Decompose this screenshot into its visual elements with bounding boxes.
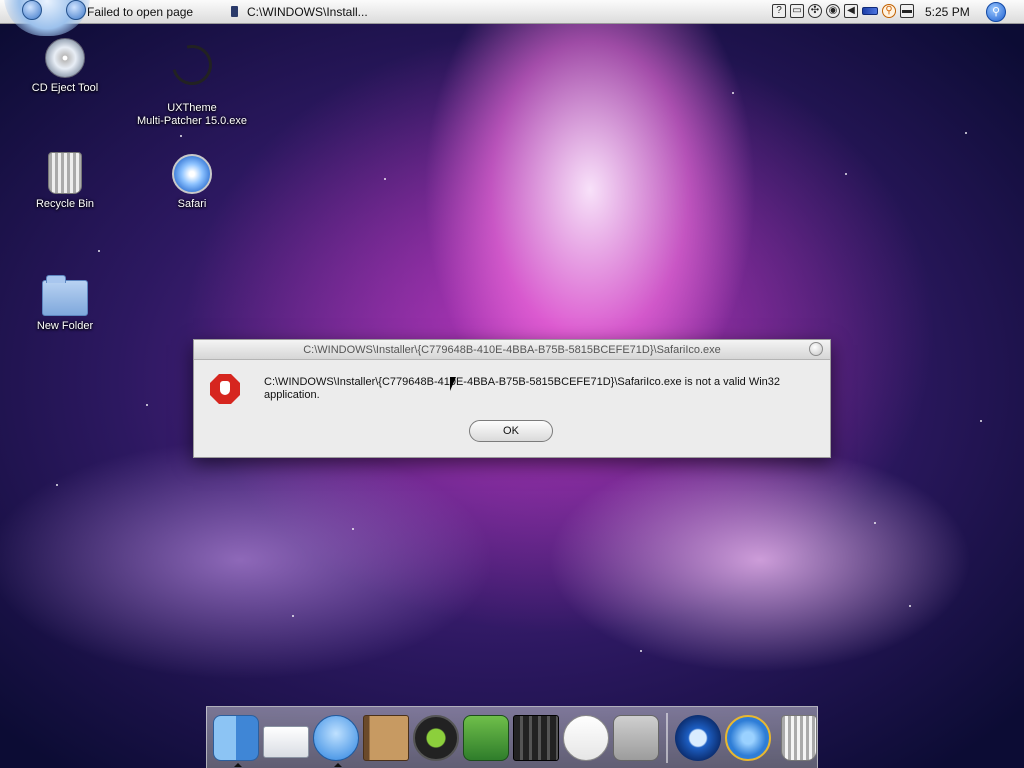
desktop-icon-label: Safari [177,198,207,210]
dock-utilities-icon[interactable] [613,714,659,761]
running-indicator [234,762,242,767]
dock-mail-icon[interactable] [263,725,309,758]
dock-internet-explorer-icon[interactable] [725,714,771,761]
ok-button[interactable]: OK [469,420,553,442]
help-icon[interactable]: ? [772,4,786,18]
dock-imovie-icon[interactable] [513,714,559,761]
dock-separator [666,712,668,763]
dock-ichat-icon[interactable] [313,714,359,767]
taskbar-item-failed-page[interactable]: Failed to open page [87,5,193,19]
start-orb-right-icon [66,0,86,20]
taskbar-item-installer[interactable]: C:\WINDOWS\Install... [247,5,368,19]
dialog-titlebar[interactable]: C:\WINDOWS\Installer\{C779648B-410E-4BBA… [194,340,830,360]
desktop-icon-label: New Folder [36,320,94,332]
uxtheme-icon [164,37,220,93]
dock [206,706,818,768]
display-icon[interactable]: ▬ [900,4,914,18]
battery-icon[interactable] [862,7,878,15]
cd-icon[interactable]: ◉ [826,4,840,18]
monitor-icon[interactable]: ▭ [790,4,804,18]
desktop-icon-safari[interactable]: Safari [127,154,257,211]
safari-icon [172,154,212,194]
desktop-icon-uxtheme[interactable]: UXTheme Multi-Patcher 15.0.exe [127,32,257,141]
desktop-icon-label: Recycle Bin [35,198,95,210]
dialog-title: C:\WINDOWS\Installer\{C779648B-410E-4BBA… [303,344,721,356]
recycle-bin-icon [48,152,82,194]
system-tray: ? ▭ ✣ ◉ ◀ ⚲ ▬ [772,4,914,18]
search-icon[interactable]: ⚲ [882,4,896,18]
desktop-icon-label: UXTheme Multi-Patcher 15.0.exe [136,102,248,127]
dock-ical-icon[interactable] [563,714,609,761]
desktop-icon-recycle-bin[interactable]: Recycle Bin [0,152,130,211]
folder-icon [42,275,88,316]
spotlight-icon[interactable]: ⚲ [986,2,1006,22]
start-orb-left-icon [22,0,42,20]
dialog-message: C:\WINDOWS\Installer\{C779648B-410E-4BBA… [264,376,781,401]
dock-address-book-icon[interactable] [363,714,409,761]
mouse-cursor-icon [450,377,456,391]
dialog-close-button[interactable] [809,342,823,356]
error-dialog: C:\WINDOWS\Installer\{C779648B-410E-4BBA… [193,339,831,458]
running-indicator [334,762,342,767]
clock[interactable]: 5:25 PM [925,5,970,19]
dock-quicktime-icon[interactable] [675,714,721,761]
cd-eject-icon [45,38,85,78]
desktop-icon-label: CD Eject Tool [31,82,99,94]
start-button[interactable] [4,0,90,36]
menu-bar: Failed to open page C:\WINDOWS\Install..… [0,0,1024,36]
dock-trash-icon[interactable] [781,714,817,761]
dock-finder-icon[interactable] [213,714,259,767]
dock-itunes-icon[interactable] [413,714,459,761]
network-icon[interactable]: ✣ [808,4,822,18]
desktop-icon-new-folder[interactable]: New Folder [0,275,130,333]
installer-icon [231,6,238,17]
stop-hand-icon [210,374,240,404]
dock-iphoto-icon[interactable] [463,714,509,761]
volume-icon[interactable]: ◀ [844,4,858,18]
desktop-icon-cd-eject[interactable]: CD Eject Tool [0,38,130,95]
